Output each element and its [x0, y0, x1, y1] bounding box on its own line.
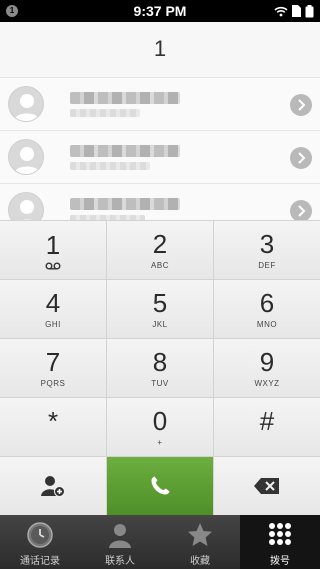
status-icons: [274, 4, 314, 18]
key-0[interactable]: 0 +: [107, 398, 213, 456]
status-bar: 1 9:37 PM: [0, 0, 320, 22]
key-star[interactable]: *: [0, 398, 106, 456]
backspace-icon: [254, 478, 279, 494]
tab-label: 通话记录: [20, 556, 60, 567]
key-4[interactable]: 4 GHI: [0, 280, 106, 338]
tab-label: 拨号: [270, 556, 290, 567]
sim-icon: [292, 5, 301, 17]
key-2[interactable]: 2 ABC: [107, 221, 213, 279]
number-display[interactable]: 1: [0, 22, 320, 78]
key-9[interactable]: 9 WXYZ: [214, 339, 320, 397]
list-item[interactable]: [0, 184, 320, 220]
backspace-button[interactable]: [214, 457, 320, 515]
tab-dialpad[interactable]: 拨号: [240, 515, 320, 569]
tab-bar: 通话记录 联系人 收藏 拨号: [0, 515, 320, 569]
wifi-icon: [274, 6, 288, 16]
person-icon: [8, 86, 44, 122]
dialed-number: 1: [153, 36, 167, 61]
key-6[interactable]: 6 MNO: [214, 280, 320, 338]
call-button[interactable]: [107, 457, 213, 515]
add-contact-icon: [41, 476, 65, 497]
person-icon: [8, 139, 44, 175]
key-5[interactable]: 5 JKL: [107, 280, 213, 338]
chevron-right-icon[interactable]: [290, 147, 312, 169]
person-icon: [8, 192, 44, 220]
tab-label: 收藏: [190, 556, 210, 567]
keypad-icon: [269, 523, 291, 545]
tab-contacts[interactable]: 联系人: [80, 515, 160, 569]
battery-icon: [305, 4, 314, 17]
tab-favorites[interactable]: 收藏: [160, 515, 240, 569]
chevron-right-icon[interactable]: [290, 94, 312, 116]
contact-number-blurred: [70, 162, 150, 170]
contact-suggestions[interactable]: [0, 78, 320, 220]
list-item[interactable]: [0, 131, 320, 184]
tab-call-log[interactable]: 通话记录: [0, 515, 80, 569]
key-7[interactable]: 7 PQRS: [0, 339, 106, 397]
key-hash[interactable]: #: [214, 398, 320, 456]
key-3[interactable]: 3 DEF: [214, 221, 320, 279]
star-icon: [188, 523, 212, 546]
contact-number-blurred: [70, 109, 140, 117]
tab-label: 联系人: [105, 556, 135, 567]
contact-name-blurred: [70, 145, 180, 157]
list-item[interactable]: [0, 78, 320, 131]
voicemail-icon: [45, 262, 61, 270]
phone-icon: [151, 476, 170, 495]
status-time: 9:37 PM: [133, 3, 187, 19]
contact-name-blurred: [70, 198, 180, 210]
chevron-right-icon[interactable]: [290, 200, 312, 220]
contact-name-blurred: [70, 92, 180, 104]
key-8[interactable]: 8 TUV: [107, 339, 213, 397]
clock-icon: [27, 522, 53, 548]
key-1[interactable]: 1: [0, 221, 106, 279]
dial-keypad: 1 2 ABC 3 DEF 4 GHI 5 JKL 6 MNO 7 PQRS 8…: [0, 220, 320, 457]
person-icon: [109, 524, 131, 548]
add-contact-button[interactable]: [0, 457, 106, 515]
dialer-actions: [0, 457, 320, 515]
